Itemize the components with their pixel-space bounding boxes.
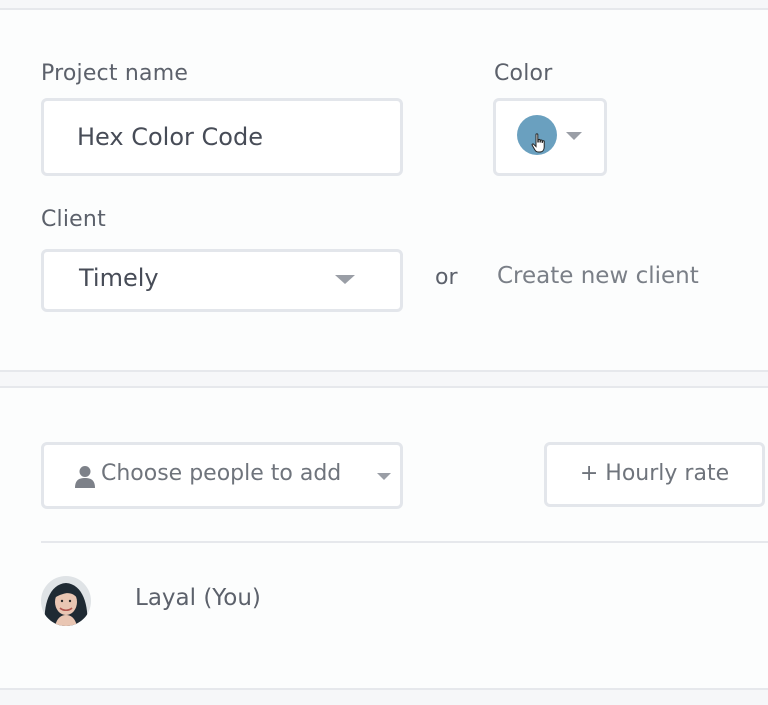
create-new-client-link[interactable]: Create new client [497, 263, 699, 289]
color-label: Color [494, 61, 553, 86]
choose-people-placeholder: Choose people to add [101, 461, 342, 486]
project-name-label: Project name [41, 61, 189, 86]
client-select[interactable]: Timely [41, 249, 403, 312]
project-settings-page: Project name Color Client Timely or Crea… [0, 0, 768, 705]
client-select-value: Timely [79, 264, 159, 292]
chevron-down-icon [335, 275, 355, 284]
or-separator: or [435, 265, 458, 290]
project-name-input[interactable] [41, 98, 403, 176]
hand-cursor-icon [531, 133, 545, 153]
project-details-panel: Project name Color Client Timely or Crea… [0, 8, 768, 372]
team-panel: Choose people to add + Hourly rate Layal… [0, 386, 768, 690]
color-picker[interactable] [493, 98, 607, 176]
user-icon [75, 466, 95, 488]
divider [41, 541, 768, 543]
chevron-down-icon [377, 473, 391, 480]
choose-people-select[interactable]: Choose people to add [41, 442, 403, 509]
team-member-name: Layal (You) [135, 585, 261, 611]
hourly-rate-button[interactable]: + Hourly rate [544, 442, 765, 507]
client-label: Client [41, 207, 106, 232]
avatar [41, 576, 91, 626]
avatar-image [41, 576, 91, 626]
team-member-row: Layal (You) [41, 576, 741, 628]
chevron-down-icon [566, 132, 582, 140]
